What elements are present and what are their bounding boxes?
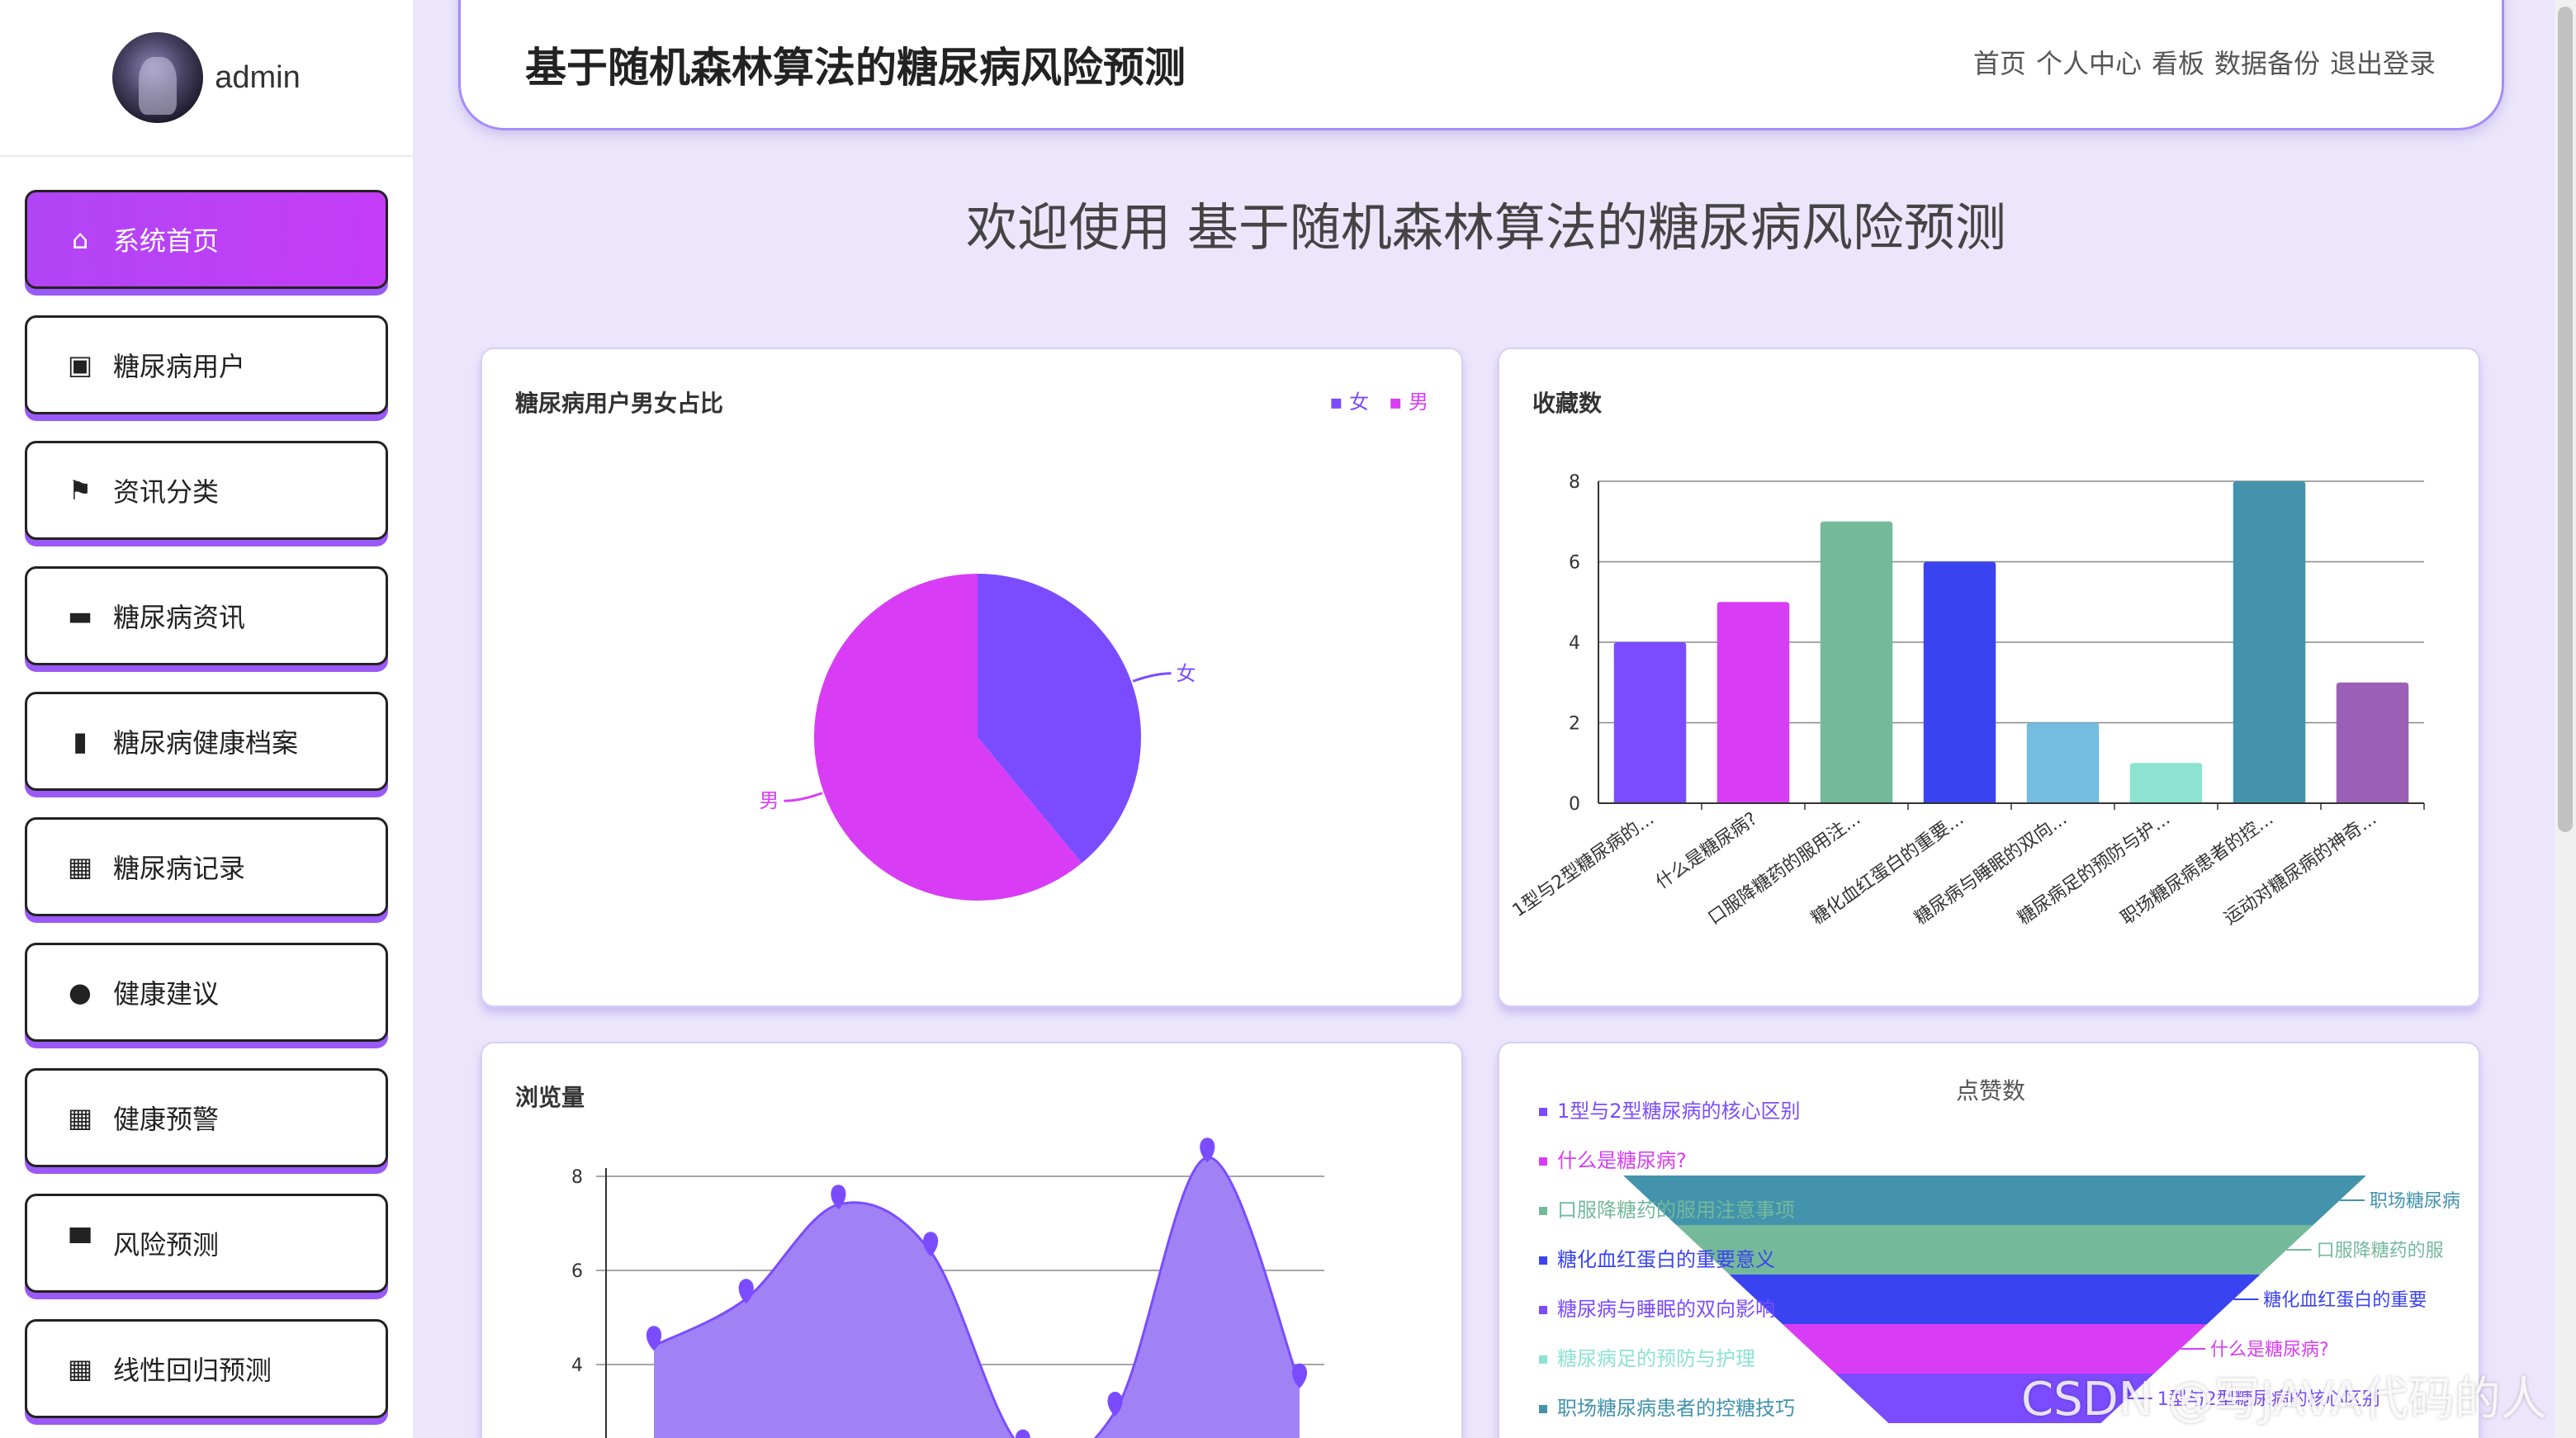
legend-item[interactable]: 什么是糖尿病? — [1539, 1136, 1801, 1185]
sidebar-item-label: 风险预测 — [113, 1229, 220, 1261]
bar[interactable] — [2129, 763, 2203, 803]
legend-swatch — [1539, 1157, 1547, 1166]
legend-item[interactable]: 糖化血红蛋白的重要意义 — [1539, 1235, 1801, 1284]
bar[interactable] — [2233, 481, 2306, 803]
grid-icon: ▦ — [67, 1353, 93, 1384]
user-box: admin — [0, 0, 413, 157]
nav-home-link[interactable]: 首页 — [1973, 43, 2026, 81]
sidebar-item-label: 资讯分类 — [113, 476, 220, 508]
sidebar-item-label: 糖尿病用户 — [113, 351, 246, 382]
views-area-panel: 浏览量 468 — [481, 1042, 1463, 1438]
username: admin — [215, 59, 301, 95]
legend-item[interactable]: 1型与2型糖尿病的核心区别 — [1539, 1086, 1801, 1136]
legend-label: 糖尿病足的预防与护理 — [1557, 1347, 1755, 1370]
pie-label-line — [784, 792, 823, 802]
bar-chart-icon: ▮ — [73, 726, 88, 757]
bar[interactable] — [2336, 682, 2409, 803]
watermark: CSDN @写JAVA代码的人 — [2021, 1373, 2547, 1426]
funnel-label: 糖化血红蛋白的重要 — [2263, 1290, 2427, 1311]
pie-label: 男 — [759, 789, 779, 812]
legend-swatch — [1539, 1306, 1547, 1314]
bar[interactable] — [1923, 561, 1996, 804]
y-tick-label: 4 — [571, 1355, 583, 1376]
x-tick-label: 1型与2型糖尿病的... — [1509, 808, 1659, 921]
sidebar-item-8[interactable]: ▀ 风险预测 — [25, 1194, 388, 1293]
sidebar-item-2[interactable]: ⚑ 资讯分类 — [25, 441, 388, 540]
pie-label-line — [1132, 672, 1172, 683]
legend-swatch — [1539, 1355, 1547, 1364]
legend-label: 1型与2型糖尿病的核心区别 — [1557, 1100, 1801, 1123]
legend-swatch — [1539, 1405, 1547, 1413]
legend-item[interactable]: 糖尿病与睡眠的双向影响 — [1539, 1284, 1801, 1334]
bar-chart: 024681型与2型糖尿病的...什么是糖尿病?口服降糖药的服用注...糖化血红… — [1509, 472, 2425, 929]
sidebar-item-4[interactable]: ▮ 糖尿病健康档案 — [25, 692, 388, 791]
funnel-label: 什么是糖尿病? — [2210, 1340, 2329, 1360]
data-point[interactable] — [1015, 1429, 1030, 1438]
bar[interactable] — [2026, 722, 2100, 804]
ticket-icon: ▬ — [67, 600, 93, 631]
grid-icon: ▦ — [67, 851, 93, 882]
funnel-label: 口服降糖药的服 — [2317, 1241, 2444, 1261]
scrollbar-thumb[interactable] — [2558, 7, 2573, 832]
y-tick-label: 6 — [1569, 553, 1580, 574]
legend-swatch — [1539, 1108, 1547, 1116]
legend-label: 糖尿病与睡眠的双向影响 — [1557, 1298, 1775, 1321]
scrollbar[interactable] — [2555, 0, 2576, 1438]
sidebar-item-7[interactable]: ▦ 健康预警 — [25, 1068, 388, 1167]
funnel-layer[interactable] — [1729, 1275, 2261, 1324]
y-tick-label: 2 — [1569, 714, 1580, 735]
legend-item[interactable]: 职场糖尿病患者的控糖技巧 — [1539, 1384, 1801, 1433]
bar[interactable] — [1820, 521, 1893, 803]
bar[interactable] — [1717, 602, 1790, 803]
area-chart: 4 6 8 — [571, 1138, 1324, 1438]
nav-profile-link[interactable]: 个人中心 — [2036, 43, 2142, 81]
funnel-label: 职场糖尿病 — [2370, 1191, 2460, 1212]
sidebar-item-label: 糖尿病资讯 — [113, 602, 246, 633]
header-title: 基于随机森林算法的糖尿病风险预测 — [525, 44, 1186, 92]
sidebar-item-3[interactable]: ▬ 糖尿病资讯 — [25, 566, 388, 665]
y-tick-label: 4 — [1569, 633, 1580, 654]
legend-swatch — [1539, 1256, 1547, 1265]
header-nav: 首页 个人中心 看板 数据备份 退出登录 — [1973, 43, 2436, 81]
sidebar-item-label: 糖尿病记录 — [113, 853, 246, 884]
y-tick-label: 8 — [1569, 472, 1580, 493]
sidebar-item-label: 线性回归预测 — [113, 1355, 272, 1386]
flag-icon: ⚑ — [68, 475, 92, 506]
sidebar-item-5[interactable]: ▦ 糖尿病记录 — [25, 817, 388, 916]
sidebar-item-label: 健康建议 — [113, 978, 220, 1010]
y-tick-label: 8 — [571, 1167, 583, 1188]
legend-label: 职场糖尿病患者的控糖技巧 — [1557, 1397, 1795, 1420]
sidebar-menu: ⌂ 系统首页 ▣ 糖尿病用户 ⚑ 资讯分类 ▬ 糖尿病资讯 ▮ 糖尿病健康档案 ▦ 糖尿病记录 ● 健康建… — [0, 157, 413, 1418]
nav-logout-link[interactable]: 退出登录 — [2330, 43, 2436, 81]
legend-label: 口服降糖药的服用注意事项 — [1557, 1199, 1795, 1222]
pie-chart: 女男 — [759, 574, 1196, 901]
bulb-icon: ● — [69, 977, 92, 1008]
top-header: 基于随机森林算法的糖尿病风险预测 首页 个人中心 看板 数据备份 退出登录 — [458, 0, 2504, 130]
funnel-legend: 1型与2型糖尿病的核心区别 什么是糖尿病? 口服降糖药的服用注意事项 糖化血红蛋白的重… — [1539, 1086, 1801, 1433]
legend-label: 糖化血红蛋白的重要意义 — [1557, 1248, 1775, 1271]
legend-item[interactable]: 口服降糖药的服用注意事项 — [1539, 1185, 1801, 1235]
welcome-heading: 欢迎使用 基于随机森林算法的糖尿病风险预测 — [966, 197, 2006, 258]
legend-item[interactable]: 糖尿病足的预防与护理 — [1539, 1334, 1801, 1384]
bar[interactable] — [1613, 642, 1687, 803]
nav-dashboard-link[interactable]: 看板 — [2152, 43, 2204, 81]
clipboard-icon: ▣ — [67, 349, 93, 381]
x-tick-label: 什么是糖尿病? — [1652, 808, 1761, 893]
sidebar-item-9[interactable]: ▦ 线性回归预测 — [25, 1319, 388, 1418]
y-tick-label: 6 — [571, 1261, 583, 1282]
grid-icon: ▦ — [67, 1102, 93, 1133]
favorites-bar-panel: 收藏数 0 2 4 6 8 1型与2型糖尿病的... 什么是糖尿病? 口服降糖药的服用注...… — [1498, 348, 2480, 1007]
sidebar-item-6[interactable]: ● 健康建议 — [25, 943, 388, 1042]
legend-swatch — [1539, 1207, 1547, 1215]
gender-pie-panel: 糖尿病用户男女占比 ▪ 女 ▪ 男 女男 — [481, 348, 1463, 1007]
legend-label: 什么是糖尿病? — [1557, 1149, 1687, 1172]
sidebar-item-label: 健康预警 — [113, 1104, 220, 1135]
robot-icon: ▀ — [69, 1228, 91, 1259]
y-tick-label: 0 — [1569, 794, 1580, 815]
avatar[interactable] — [112, 32, 204, 123]
sidebar-item-1[interactable]: ▣ 糖尿病用户 — [25, 315, 388, 414]
sidebar-item-label: 糖尿病健康档案 — [113, 727, 299, 759]
nav-backup-link[interactable]: 数据备份 — [2214, 43, 2320, 81]
pie-label: 女 — [1177, 662, 1196, 685]
